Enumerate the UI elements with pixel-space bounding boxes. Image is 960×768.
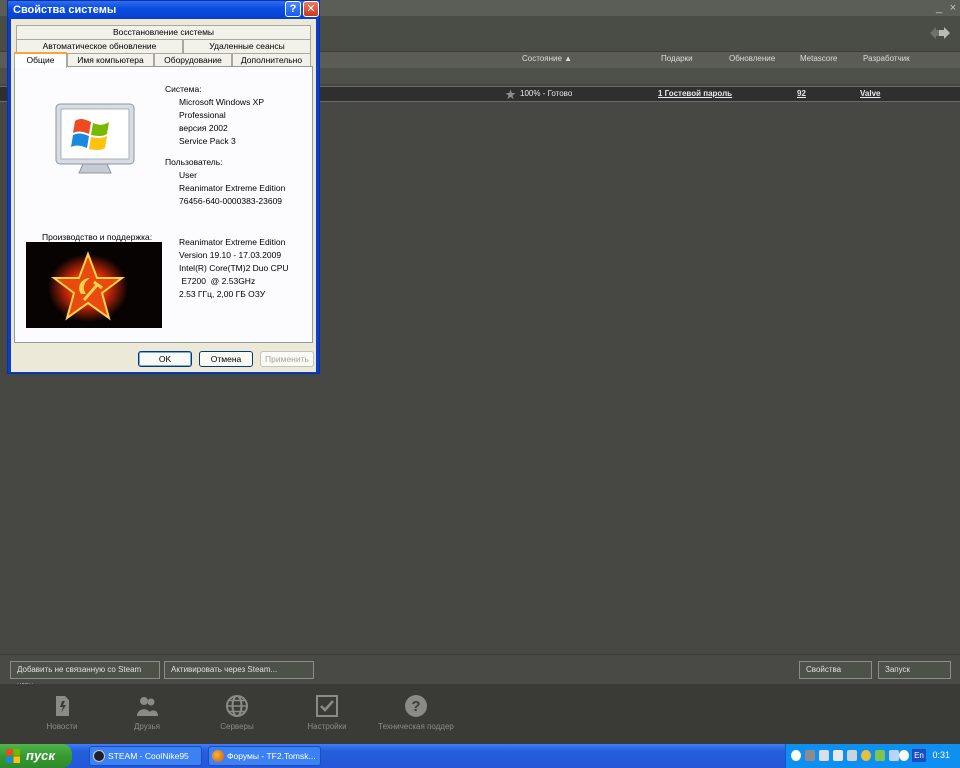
column-gifts[interactable]: Подарки [661, 54, 693, 63]
support-line: 2.53 ГГц, 2,00 ГБ ОЗУ [179, 289, 266, 299]
tab-general[interactable]: Общие [14, 52, 67, 68]
user-line: Reanimator Extreme Edition [179, 183, 286, 193]
dialog-title: Свойства системы [13, 4, 117, 16]
system-line: версия 2002 [179, 123, 228, 133]
steam-close-button[interactable]: × [946, 1, 960, 15]
game-developer-link[interactable]: Valve [860, 89, 880, 98]
monitor-windows-logo-icon [55, 103, 135, 174]
game-metascore-link[interactable]: 92 [797, 89, 806, 98]
start-button[interactable]: пуск [0, 744, 72, 768]
usb-icon[interactable] [889, 750, 899, 761]
tray-app-icon[interactable] [899, 750, 909, 761]
steam-tray-icon[interactable] [791, 750, 801, 761]
game-gifts-link[interactable]: 1 Гостевой пароль [658, 89, 732, 98]
cancel-button[interactable]: Отмена [199, 351, 253, 367]
nav-friends[interactable]: Друзья [102, 694, 192, 738]
apply-button[interactable]: Применить [260, 351, 314, 367]
nav-servers[interactable]: Серверы [192, 694, 282, 738]
nav-support[interactable]: ? Техническая поддер [371, 694, 461, 738]
system-tray: En 0:31 [785, 744, 960, 768]
red-star-logo-icon [48, 251, 128, 322]
column-metascore[interactable]: Metascore [800, 54, 837, 63]
tray-app-icon[interactable] [805, 750, 815, 761]
game-status: 100% - Готово [520, 89, 573, 98]
ok-button[interactable]: OK [138, 351, 192, 367]
activate-product-button[interactable]: Активировать через Steam... [164, 661, 314, 679]
checkbox-icon [316, 695, 338, 717]
general-tab-panel: Система: Microsoft Windows XP Profession… [14, 66, 313, 343]
taskbar-item-steam[interactable]: STEAM - CoolNike95 [89, 746, 202, 766]
nav-news[interactable]: Новости [17, 694, 107, 738]
support-line: E7200 @ 2.53GHz [179, 276, 256, 286]
steam-icon [93, 750, 105, 762]
nav-label: Друзья [134, 722, 160, 731]
network-icon[interactable] [819, 750, 829, 761]
system-line: Microsoft Windows XP [179, 97, 265, 107]
volume-icon[interactable] [847, 750, 857, 761]
globe-icon [226, 695, 248, 717]
support-label: Производство и поддержка: [42, 232, 153, 242]
oem-logo [26, 242, 162, 328]
launch-button[interactable]: Запуск [878, 661, 951, 679]
steam-action-bar: Добавить не связанную со Steam игру... А… [0, 654, 960, 690]
svg-text:?: ? [411, 698, 420, 715]
tab-advanced[interactable]: Дополнительно [232, 53, 311, 67]
display-icon[interactable] [833, 750, 843, 761]
windows-flag-icon [6, 749, 20, 763]
star-icon [505, 89, 516, 100]
properties-button[interactable]: Свойства [799, 661, 872, 679]
dialog-close-button[interactable]: ✕ [303, 1, 319, 17]
user-label: Пользователь: [165, 157, 223, 167]
help-icon: ? [405, 695, 427, 717]
start-label: пуск [26, 748, 55, 763]
language-indicator[interactable]: En [912, 749, 926, 762]
system-properties-dialog: Свойства системы ? ✕ Восстановление сист… [7, 0, 320, 374]
support-line: Reanimator Extreme Edition [179, 237, 286, 247]
forward-arrow-icon[interactable] [928, 24, 952, 42]
task-label: STEAM - CoolNike95 [108, 751, 189, 761]
tab-hardware[interactable]: Оборудование [154, 53, 232, 67]
tray-app-icon[interactable] [875, 750, 885, 761]
nav-label: Техническая поддер [378, 722, 454, 731]
taskbar-clock: 0:31 [932, 750, 950, 760]
system-label: Система: [165, 84, 202, 94]
news-icon [56, 696, 69, 716]
support-line: Intel(R) Core(TM)2 Duo CPU [179, 263, 289, 273]
taskbar: пуск STEAM - CoolNike95 Форумы - TF2.Tom… [0, 744, 960, 768]
nav-label: Серверы [220, 722, 254, 731]
nav-settings[interactable]: Настройки [282, 694, 372, 738]
dialog-titlebar[interactable]: Свойства системы ? ✕ [8, 1, 319, 19]
nav-label: Новости [46, 722, 78, 731]
add-nonsteam-game-button[interactable]: Добавить не связанную со Steam игру... [10, 661, 160, 690]
task-label: Форумы - TF2.Tomsk... [227, 751, 316, 761]
firefox-icon [212, 750, 224, 762]
column-update[interactable]: Обновление [729, 54, 775, 63]
tab-automatic-updates[interactable]: Автоматическое обновление [16, 39, 183, 53]
tab-remote[interactable]: Удаленные сеансы [183, 39, 311, 53]
user-line: 76456-640-0000383-23609 [179, 196, 283, 206]
dialog-help-button[interactable]: ? [285, 1, 301, 17]
friends-icon [137, 697, 158, 716]
steam-minimize-button[interactable]: _ [932, 1, 946, 15]
column-developer[interactable]: Разработчик [863, 54, 910, 63]
tab-system-restore[interactable]: Восстановление системы [16, 25, 311, 39]
tab-computer-name[interactable]: Имя компьютера [67, 53, 154, 67]
column-status[interactable]: Состояние ▲ [522, 54, 572, 63]
security-icon[interactable] [861, 750, 871, 761]
user-line: User [179, 170, 197, 180]
taskbar-item-firefox[interactable]: Форумы - TF2.Tomsk... [208, 746, 321, 766]
steam-bottom-nav: Новости Друзья Серверы Настройки ? Техни… [0, 684, 960, 744]
system-line: Professional [179, 110, 226, 120]
dialog-body: Восстановление системы Автоматическое об… [11, 19, 316, 372]
support-line: Version 19.10 - 17.03.2009 [179, 250, 282, 260]
nav-label: Настройки [307, 722, 347, 731]
system-line: Service Pack 3 [179, 136, 236, 146]
